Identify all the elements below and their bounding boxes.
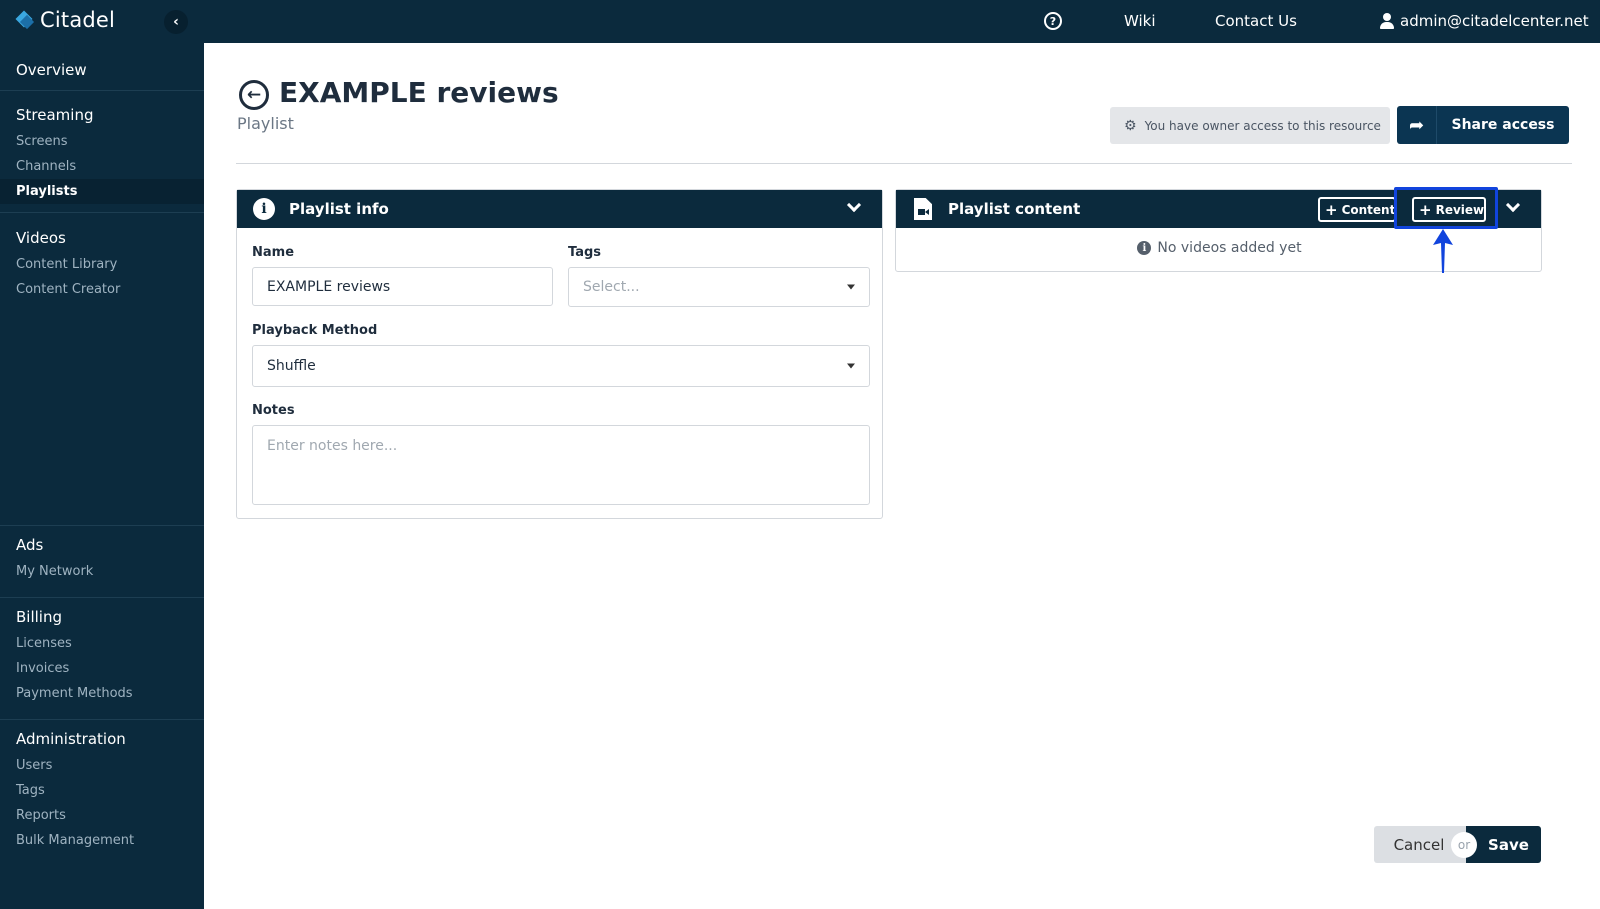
video-file-icon: [914, 198, 932, 220]
playback-method-label: Playback Method: [252, 323, 378, 338]
sidebar-section-billing: Billing Licenses Invoices Payment Method…: [0, 598, 204, 720]
add-review-button[interactable]: + Review: [1412, 197, 1486, 222]
back-arrow-icon[interactable]: ←: [239, 80, 269, 110]
share-access-button[interactable]: ➦ Share access: [1397, 106, 1569, 144]
sidebar-item-bulk-management[interactable]: Bulk Management: [0, 828, 204, 853]
name-input[interactable]: EXAMPLE reviews: [252, 267, 553, 306]
plus-icon: +: [1325, 200, 1338, 219]
user-icon: [1380, 13, 1394, 29]
owner-access-text: You have owner access to this resource: [1144, 118, 1381, 133]
sidebar-heading-ads: Ads: [16, 536, 44, 554]
add-review-label: Review: [1435, 202, 1485, 217]
help-icon[interactable]: ?: [1044, 12, 1062, 30]
notes-label: Notes: [252, 403, 295, 418]
sidebar-item-tags[interactable]: Tags: [0, 778, 204, 803]
sidebar-item-channels[interactable]: Channels: [0, 154, 204, 179]
page-title: EXAMPLE reviews: [279, 76, 559, 109]
add-content-label: Content: [1341, 202, 1396, 217]
citadel-logo-icon: [15, 10, 35, 30]
main-content: ← EXAMPLE reviews Playlist ⚙ You have ow…: [204, 43, 1600, 909]
empty-content-text: No videos added yet: [1157, 240, 1302, 256]
playlist-info-header[interactable]: i Playlist info: [237, 190, 882, 228]
sidebar-heading-streaming: Streaming: [16, 106, 94, 124]
user-email: admin@citadelcenter.net: [1400, 12, 1589, 30]
save-button[interactable]: Save: [1466, 826, 1541, 863]
share-icon: ➦: [1397, 106, 1437, 144]
app-name: Citadel: [40, 8, 116, 32]
sidebar-section-administration: Administration Users Tags Reports Bulk M…: [0, 720, 204, 853]
contact-us-link[interactable]: Contact Us: [1215, 12, 1297, 30]
sidebar-item-licenses[interactable]: Licenses: [0, 631, 204, 656]
sidebar: Overview Streaming Screens Channels Play…: [0, 43, 204, 909]
notes-placeholder: Enter notes here...: [267, 438, 398, 454]
annotation-arrow-up-icon: [1433, 229, 1453, 273]
sidebar-item-playlists[interactable]: Playlists: [0, 179, 204, 204]
sidebar-section-ads: Ads My Network: [0, 525, 204, 598]
sidebar-item-content-library[interactable]: Content Library: [0, 252, 204, 277]
dropdown-arrow-icon: [847, 363, 855, 369]
chevron-down-icon[interactable]: [846, 197, 862, 213]
name-input-value: EXAMPLE reviews: [267, 278, 391, 295]
user-menu[interactable]: admin@citadelcenter.net: [1380, 12, 1600, 30]
dropdown-arrow-icon: [847, 284, 855, 290]
info-icon: i: [253, 198, 275, 220]
tags-select[interactable]: Select...: [568, 267, 870, 307]
sidebar-section-streaming: Streaming Screens Channels Playlists: [0, 91, 204, 213]
sidebar-heading-administration: Administration: [16, 730, 126, 748]
sidebar-heading-videos: Videos: [16, 229, 66, 247]
gears-icon: ⚙: [1124, 117, 1137, 134]
add-content-button[interactable]: + Content: [1318, 197, 1396, 222]
share-access-label: Share access: [1451, 117, 1555, 133]
collapse-sidebar-button[interactable]: ‹: [164, 10, 188, 34]
notes-textarea[interactable]: Enter notes here...: [252, 425, 870, 505]
wiki-link[interactable]: Wiki: [1124, 12, 1156, 30]
chevron-left-icon: ‹: [173, 14, 179, 30]
name-label: Name: [252, 245, 295, 260]
owner-access-badge: ⚙ You have owner access to this resource: [1110, 107, 1390, 144]
sidebar-item-invoices[interactable]: Invoices: [0, 656, 204, 681]
sidebar-section-videos: Videos Content Library Content Creator: [0, 213, 204, 525]
sidebar-item-users[interactable]: Users: [0, 753, 204, 778]
playlist-info-title: Playlist info: [289, 200, 389, 218]
page-subtitle: Playlist: [237, 114, 294, 133]
top-bar: Citadel ‹ ? Wiki Contact Us admin@citade…: [0, 0, 1600, 43]
sidebar-item-screens[interactable]: Screens: [0, 129, 204, 154]
sidebar-item-content-creator[interactable]: Content Creator: [0, 277, 204, 302]
playback-method-value: Shuffle: [267, 358, 316, 374]
plus-icon: +: [1419, 200, 1432, 219]
sidebar-item-my-network[interactable]: My Network: [0, 559, 204, 584]
info-icon: i: [1137, 241, 1152, 255]
chevron-down-icon[interactable]: [1505, 197, 1521, 213]
tags-label: Tags: [568, 245, 602, 260]
or-separator: or: [1451, 832, 1477, 858]
playlist-content-header: Playlist content + Content + Review: [896, 190, 1541, 228]
sidebar-item-payment-methods[interactable]: Payment Methods: [0, 681, 204, 706]
header-divider: [236, 163, 1572, 164]
tags-placeholder: Select...: [583, 279, 640, 295]
playlist-content-title: Playlist content: [948, 200, 1081, 218]
sidebar-item-reports[interactable]: Reports: [0, 803, 204, 828]
sidebar-section-overview: Overview: [0, 43, 204, 91]
playlist-info-panel: i Playlist info Name EXAMPLE reviews Tag…: [236, 189, 883, 519]
sidebar-heading-billing: Billing: [16, 608, 62, 626]
playback-method-select[interactable]: Shuffle: [252, 345, 870, 387]
sidebar-item-overview[interactable]: Overview: [0, 61, 204, 79]
app-logo[interactable]: Citadel: [15, 8, 116, 32]
